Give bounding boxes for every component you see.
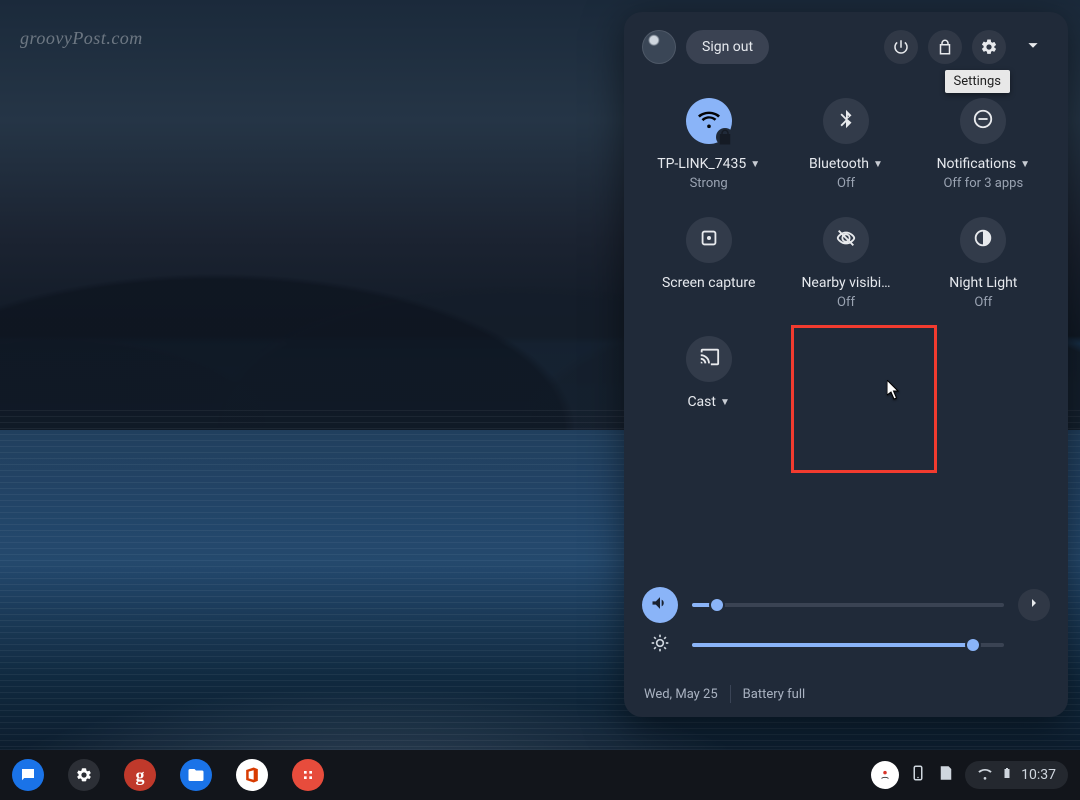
chevron-down-icon xyxy=(1022,34,1044,60)
cast-tile[interactable]: Cast ▼ xyxy=(642,328,775,422)
lock-icon xyxy=(936,38,954,56)
notifications-tile[interactable]: Notifications▼ Off for 3 apps xyxy=(917,90,1050,203)
cast-label: Cast xyxy=(687,394,716,410)
screen-capture-tile[interactable]: Screen capture xyxy=(642,209,775,322)
brightness-icon xyxy=(650,633,670,657)
bluetooth-tile[interactable]: Bluetooth ▼ Off xyxy=(779,90,912,203)
footer-divider xyxy=(730,685,731,703)
quick-settings-footer: Wed, May 25 Battery full xyxy=(642,681,1050,705)
quick-settings-panel: Sign out Settings TP-LINK_7435 ▼ Strong xyxy=(624,12,1068,717)
files-app-icon[interactable] xyxy=(180,759,212,791)
collapse-button[interactable] xyxy=(1016,30,1050,64)
quick-settings-tiles: TP-LINK_7435 ▼ Strong Bluetooth ▼ Off Noti… xyxy=(642,90,1050,422)
nearby-visibility-tile[interactable]: Nearby visibi… Off xyxy=(779,209,912,322)
dropdown-icon: ▼ xyxy=(720,397,730,408)
dropdown-icon: ▼ xyxy=(1020,159,1030,170)
settings-button[interactable]: Settings xyxy=(972,30,1006,64)
sliders-section xyxy=(642,575,1050,665)
sign-out-button[interactable]: Sign out xyxy=(686,30,769,64)
notifications-status: Off for 3 apps xyxy=(943,176,1023,191)
nearby-visibility-status: Off xyxy=(837,295,855,310)
night-light-icon xyxy=(972,227,994,253)
dropdown-icon: ▼ xyxy=(750,159,760,170)
night-light-label: Night Light xyxy=(949,275,1017,291)
brightness-row xyxy=(642,625,1050,665)
night-light-status: Off xyxy=(974,295,992,310)
brightness-button[interactable] xyxy=(642,627,678,663)
status-tray[interactable]: 10:37 xyxy=(965,761,1068,789)
volume-button[interactable] xyxy=(642,587,678,623)
settings-app-icon[interactable] xyxy=(68,759,100,791)
user-avatar[interactable] xyxy=(642,30,676,64)
wifi-label: TP-LINK_7435 xyxy=(657,156,746,172)
volume-icon xyxy=(650,593,670,617)
cast-icon xyxy=(698,346,720,372)
visibility-off-icon xyxy=(835,227,857,253)
chevron-right-icon xyxy=(1026,595,1042,615)
wifi-status: Strong xyxy=(690,176,728,191)
office-app-icon[interactable] xyxy=(236,759,268,791)
battery-status-icon xyxy=(1001,765,1013,785)
screen-capture-label: Screen capture xyxy=(662,275,755,291)
clock-text: 10:37 xyxy=(1021,767,1056,783)
groovypost-app-icon[interactable]: g xyxy=(124,759,156,791)
screen-capture-icon xyxy=(698,227,720,253)
volume-slider[interactable] xyxy=(692,603,1004,607)
shelf: g 10:37 xyxy=(0,750,1080,800)
dropdown-icon: ▼ xyxy=(873,159,883,170)
power-icon xyxy=(892,38,910,56)
bluetooth-icon xyxy=(835,108,857,134)
phone-hub-icon[interactable] xyxy=(909,764,927,786)
tote-icon[interactable] xyxy=(937,764,955,786)
footer-date: Wed, May 25 xyxy=(644,687,718,702)
messages-app-icon[interactable] xyxy=(12,759,44,791)
gear-icon xyxy=(980,38,998,56)
night-light-tile[interactable]: Night Light Off xyxy=(917,209,1050,322)
do-not-disturb-icon xyxy=(972,108,994,134)
bluetooth-status: Off xyxy=(837,176,855,191)
shelf-pinned-apps: g xyxy=(12,759,324,791)
wifi-lock-badge xyxy=(716,128,734,146)
footer-battery: Battery full xyxy=(743,687,805,702)
wifi-tile[interactable]: TP-LINK_7435 ▼ Strong xyxy=(642,90,775,203)
wifi-status-icon xyxy=(977,765,993,785)
audio-settings-button[interactable] xyxy=(1018,589,1050,621)
notifications-label: Notifications xyxy=(937,156,1017,172)
shelf-status-area: 10:37 xyxy=(871,761,1068,789)
brightness-slider[interactable] xyxy=(692,643,1004,647)
power-button[interactable] xyxy=(884,30,918,64)
bluetooth-label: Bluetooth xyxy=(809,156,869,172)
volume-row xyxy=(642,585,1050,625)
nearby-visibility-label: Nearby visibi… xyxy=(801,275,890,291)
app-icon[interactable] xyxy=(292,759,324,791)
ime-menu-button[interactable] xyxy=(871,761,899,789)
lock-button[interactable] xyxy=(928,30,962,64)
quick-settings-header: Sign out Settings xyxy=(642,30,1050,64)
sign-out-label: Sign out xyxy=(702,39,753,55)
